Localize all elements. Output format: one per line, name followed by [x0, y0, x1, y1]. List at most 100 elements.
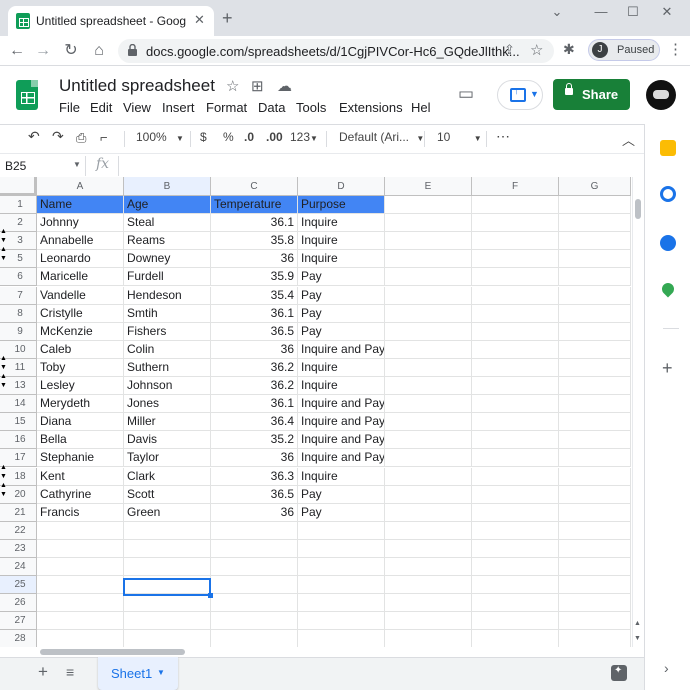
cell[interactable] — [559, 358, 631, 377]
row-header[interactable]: 27 — [0, 612, 37, 631]
cell[interactable] — [385, 413, 472, 432]
cell[interactable]: Colin — [124, 340, 211, 359]
scroll-up-icon[interactable]: ▲ — [634, 620, 641, 627]
cell[interactable] — [559, 558, 631, 577]
cell[interactable]: 36.4 — [211, 413, 298, 432]
browser-tab[interactable]: Untitled spreadsheet - Google Sh ✕ — [8, 6, 214, 36]
cell[interactable]: 36 — [211, 503, 298, 522]
cell[interactable] — [559, 214, 631, 233]
cell[interactable]: 36 — [211, 340, 298, 359]
menu-data[interactable]: Data — [258, 100, 285, 115]
cell[interactable]: Clark — [124, 467, 211, 486]
cell[interactable]: Pay — [298, 286, 385, 305]
header-cell[interactable]: Temperature — [211, 196, 298, 215]
cell[interactable] — [472, 250, 559, 269]
undo-icon[interactable]: ↶ — [28, 128, 40, 145]
sheets-logo-icon[interactable] — [16, 80, 38, 110]
cell[interactable] — [124, 594, 211, 613]
vertical-scrollbar[interactable] — [632, 177, 644, 647]
bookmark-star-icon[interactable]: ☆ — [530, 41, 543, 59]
row-header[interactable]: 28 — [0, 630, 37, 647]
cell[interactable] — [559, 340, 631, 359]
cloud-status-icon[interactable]: ☁ — [277, 77, 292, 95]
address-bar[interactable]: docs.google.com/spreadsheets/d/1CgjPIVCo… — [118, 39, 554, 63]
row-header[interactable]: 24 — [0, 558, 37, 577]
row-header[interactable]: 9 — [0, 322, 37, 341]
cell[interactable]: Taylor — [124, 449, 211, 468]
comment-history-icon[interactable]: ▭ — [458, 84, 474, 104]
cell[interactable] — [298, 594, 385, 613]
decrease-decimal-button[interactable]: .0 — [244, 130, 254, 144]
cell[interactable] — [472, 449, 559, 468]
cell[interactable] — [472, 377, 559, 396]
cell[interactable]: Fishers — [124, 322, 211, 341]
cell[interactable]: Merydeth — [37, 395, 124, 414]
cell[interactable]: Scott — [124, 485, 211, 504]
scroll-down-icon[interactable]: ▼ — [634, 635, 641, 642]
collapse-menus-chevron-icon[interactable]: ︿ — [622, 130, 635, 149]
cell[interactable] — [211, 576, 298, 595]
cell[interactable] — [385, 576, 472, 595]
column-header-a[interactable]: A — [37, 177, 124, 196]
cell[interactable] — [211, 539, 298, 558]
cell[interactable] — [559, 395, 631, 414]
cell[interactable]: Cristylle — [37, 304, 124, 323]
cell[interactable] — [385, 377, 472, 396]
back-arrow-icon[interactable]: ← — [5, 40, 29, 62]
all-sheets-button[interactable]: ≡ — [66, 664, 74, 680]
cell[interactable]: Maricelle — [37, 268, 124, 287]
cell[interactable] — [385, 503, 472, 522]
new-tab-button[interactable]: + — [222, 8, 233, 29]
tab-close-icon[interactable]: ✕ — [194, 12, 205, 28]
reload-icon[interactable]: ↻ — [59, 40, 83, 62]
cell[interactable] — [385, 594, 472, 613]
cell[interactable] — [298, 576, 385, 595]
maximize-icon[interactable]: ☐ — [616, 4, 650, 24]
move-folder-icon[interactable]: ⊞ — [251, 77, 264, 95]
cell[interactable] — [559, 268, 631, 287]
menu-tools[interactable]: Tools — [296, 100, 326, 115]
cell[interactable]: 36 — [211, 250, 298, 269]
hidden-rows-down-arrow-icon[interactable]: ▼ — [0, 364, 7, 371]
cell[interactable] — [37, 558, 124, 577]
cell[interactable]: 36.2 — [211, 377, 298, 396]
percent-format-button[interactable]: % — [223, 130, 234, 144]
cell[interactable] — [211, 594, 298, 613]
column-header-g[interactable]: G — [559, 177, 631, 196]
row-header[interactable]: 23 — [0, 539, 37, 558]
cell[interactable] — [559, 304, 631, 323]
cell[interactable] — [559, 250, 631, 269]
cell[interactable]: Suthern — [124, 358, 211, 377]
cell[interactable] — [385, 340, 472, 359]
cell[interactable] — [472, 467, 559, 486]
menu-file[interactable]: File — [59, 100, 80, 115]
cell[interactable]: Cathyrine — [37, 485, 124, 504]
window-close-icon[interactable]: ✕ — [650, 4, 684, 24]
cell[interactable] — [385, 214, 472, 233]
cell[interactable] — [298, 539, 385, 558]
hidden-rows-down-arrow-icon[interactable]: ▼ — [0, 473, 7, 480]
cell[interactable] — [298, 521, 385, 540]
cell[interactable] — [559, 630, 631, 647]
cell[interactable] — [385, 630, 472, 647]
cell[interactable]: Stephanie — [37, 449, 124, 468]
paint-format-icon[interactable]: ⌐ — [100, 130, 108, 145]
cell[interactable] — [37, 630, 124, 647]
hidden-rows-down-arrow-icon[interactable]: ▼ — [0, 491, 7, 498]
cell[interactable] — [298, 630, 385, 647]
row-header[interactable]: 26 — [0, 594, 37, 613]
extensions-puzzle-icon[interactable]: ✱ — [563, 41, 575, 58]
cell[interactable] — [559, 594, 631, 613]
cell[interactable] — [559, 467, 631, 486]
cell[interactable] — [559, 232, 631, 251]
header-cell[interactable] — [385, 196, 472, 215]
cell[interactable] — [385, 521, 472, 540]
cell[interactable] — [37, 612, 124, 631]
cell[interactable]: 36 — [211, 449, 298, 468]
cell[interactable] — [472, 413, 559, 432]
share-button[interactable]: Share — [553, 79, 630, 110]
cell[interactable] — [385, 485, 472, 504]
select-all-corner[interactable] — [0, 177, 37, 196]
cell[interactable]: 36.1 — [211, 304, 298, 323]
zoom-select[interactable]: 100% ▼ — [136, 130, 184, 144]
